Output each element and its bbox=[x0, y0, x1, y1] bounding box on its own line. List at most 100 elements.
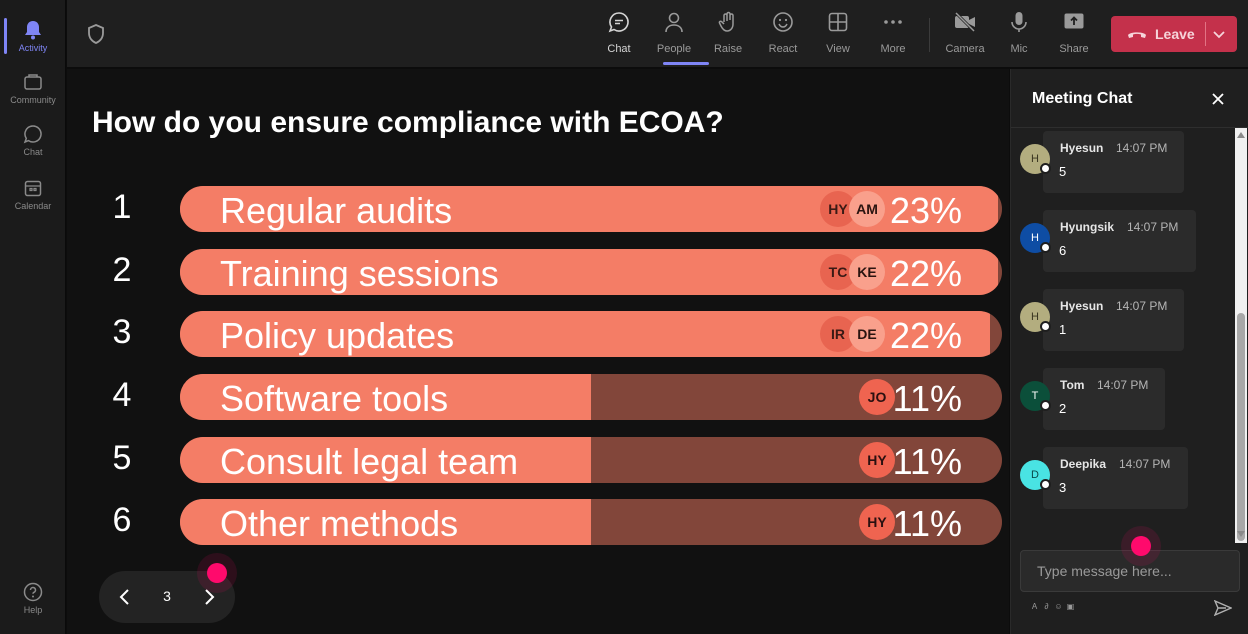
more-icon bbox=[881, 10, 905, 34]
chat-scrollbar[interactable] bbox=[1235, 128, 1247, 543]
poll-option-label: Consult legal team bbox=[220, 441, 519, 482]
sender-avatar[interactable]: H bbox=[1020, 144, 1051, 174]
poll-option-bar[interactable]: Regular audits HY AM 23% bbox=[180, 186, 1002, 232]
rail-label: Chat bbox=[23, 146, 43, 157]
bell-icon bbox=[23, 20, 43, 40]
chat-message[interactable]: Tom 14:07 PM 2 bbox=[1043, 368, 1165, 430]
message-text: 2 bbox=[1059, 401, 1067, 416]
avatar-initial: H bbox=[1031, 232, 1039, 244]
toolbar-label: People bbox=[656, 43, 692, 55]
presence-status-icon bbox=[1040, 479, 1051, 490]
poll-option-label: Training sessions bbox=[220, 253, 499, 294]
scroll-down-arrow[interactable] bbox=[1237, 531, 1245, 537]
avatar-initial: D bbox=[1031, 469, 1039, 481]
view-button[interactable]: View bbox=[812, 10, 864, 62]
scroll-up-arrow[interactable] bbox=[1237, 132, 1245, 138]
format-icon[interactable]: A bbox=[1030, 602, 1039, 611]
sender-avatar[interactable]: D bbox=[1020, 460, 1051, 490]
poll-option-label: Regular audits bbox=[220, 190, 453, 231]
message-text: 5 bbox=[1059, 164, 1067, 179]
chat-icon bbox=[23, 124, 43, 144]
toolbar-label: React bbox=[768, 43, 798, 55]
chevron-down-icon[interactable] bbox=[1211, 26, 1227, 47]
share-button[interactable]: Share bbox=[1048, 10, 1100, 62]
rail-item-activity[interactable]: Activity bbox=[0, 10, 66, 62]
emoji-icon[interactable]: ☺ bbox=[1054, 602, 1063, 611]
voter-avatar: HY bbox=[859, 504, 895, 540]
voter-avatar: AM bbox=[849, 191, 885, 227]
option-number: 2 bbox=[112, 251, 132, 289]
meeting-toolbar: Chat People Raise React View More Camera… bbox=[67, 0, 1248, 68]
sender-name: Hyungsik bbox=[1060, 220, 1115, 234]
rail-item-chat[interactable]: Chat bbox=[0, 114, 66, 166]
chat-toggle-button[interactable]: Chat bbox=[593, 10, 645, 62]
camera-off-icon bbox=[953, 10, 977, 34]
option-number: 5 bbox=[112, 439, 132, 477]
chat-message[interactable]: Deepika 14:07 PM 3 bbox=[1043, 447, 1188, 509]
people-button[interactable]: People bbox=[648, 10, 700, 62]
leave-button[interactable]: Leave bbox=[1111, 16, 1237, 52]
rail-item-calendar[interactable]: Calendar bbox=[0, 168, 66, 220]
sender-avatar[interactable]: H bbox=[1020, 223, 1051, 253]
rail-item-community[interactable]: Community bbox=[0, 62, 66, 114]
avatar-initial: H bbox=[1031, 311, 1039, 323]
poll-option-bar[interactable]: Training sessions TC KE 22% bbox=[180, 249, 1002, 295]
message-timestamp: 14:07 PM bbox=[1116, 141, 1168, 155]
previous-page-button[interactable] bbox=[113, 585, 137, 609]
scrollbar-thumb[interactable] bbox=[1237, 313, 1245, 541]
poll-option-bar[interactable]: Consult legal team HY 11% bbox=[180, 437, 1002, 483]
leave-label: Leave bbox=[1155, 26, 1195, 42]
rail-label: Community bbox=[10, 94, 56, 105]
toolbar-label: Raise bbox=[713, 43, 743, 55]
gif-icon[interactable]: ▣ bbox=[1066, 602, 1075, 611]
shield-icon bbox=[87, 24, 105, 49]
poll-option-bar[interactable]: Other methods HY 11% bbox=[180, 499, 1002, 545]
compose-tools: A ∂ ☺ ▣ bbox=[1030, 602, 1075, 611]
leave-divider bbox=[1205, 22, 1206, 46]
option-number: 1 bbox=[112, 188, 132, 226]
close-icon bbox=[1212, 93, 1224, 105]
close-chat-button[interactable] bbox=[1208, 89, 1228, 109]
camera-button[interactable]: Camera bbox=[939, 10, 991, 62]
sender-name: Hyesun bbox=[1060, 141, 1104, 155]
voter-avatar: KE bbox=[849, 254, 885, 290]
pointer-highlight bbox=[1131, 536, 1151, 556]
toolbar-label: Share bbox=[1059, 43, 1089, 55]
attach-icon[interactable]: ∂ bbox=[1042, 602, 1051, 611]
person-icon bbox=[662, 10, 686, 34]
active-tab-indicator bbox=[663, 62, 709, 65]
grid-icon bbox=[826, 10, 850, 34]
sender-name: Hyesun bbox=[1060, 299, 1104, 313]
poll-option-bar[interactable]: Software tools JO 11% bbox=[180, 374, 1002, 420]
send-button[interactable] bbox=[1213, 598, 1233, 618]
rail-item-help[interactable]: Help bbox=[0, 572, 66, 624]
mic-button[interactable]: Mic bbox=[993, 10, 1045, 62]
raise-hand-button[interactable]: Raise bbox=[702, 10, 754, 62]
option-number: 4 bbox=[112, 376, 132, 414]
meeting-chat-panel: Meeting Chat Hyesun 14:07 PM 5 H Hyungsik 14:… bbox=[1010, 69, 1248, 634]
next-page-button[interactable] bbox=[197, 585, 221, 609]
chat-message[interactable]: Hyungsik 14:07 PM 6 bbox=[1043, 210, 1196, 272]
more-button[interactable]: More bbox=[867, 10, 919, 62]
presence-status-icon bbox=[1040, 163, 1051, 174]
message-timestamp: 14:07 PM bbox=[1127, 220, 1179, 234]
poll-option-bar[interactable]: Policy updates IR DE 22% bbox=[180, 311, 1002, 357]
poll-stage: How do you ensure compliance with ECOA? … bbox=[67, 69, 1009, 634]
message-text: 1 bbox=[1059, 322, 1067, 337]
help-icon bbox=[23, 582, 43, 602]
presence-status-icon bbox=[1040, 400, 1051, 411]
microphone-icon bbox=[1007, 10, 1031, 34]
sender-avatar[interactable]: H bbox=[1020, 302, 1051, 332]
sender-avatar[interactable]: T bbox=[1020, 381, 1051, 411]
share-screen-icon bbox=[1062, 10, 1086, 34]
rail-label: Activity bbox=[18, 42, 48, 53]
smile-icon bbox=[771, 10, 795, 34]
message-timestamp: 14:07 PM bbox=[1097, 378, 1149, 392]
chat-message-input[interactable] bbox=[1020, 550, 1240, 592]
toolbar-label: View bbox=[826, 43, 850, 55]
chat-message[interactable]: Hyesun 14:07 PM 1 bbox=[1043, 289, 1184, 351]
poll-option-label: Policy updates bbox=[220, 315, 455, 356]
react-button[interactable]: React bbox=[757, 10, 809, 62]
poll-option-percent: 23% bbox=[889, 190, 962, 231]
chat-message[interactable]: Hyesun 14:07 PM 5 bbox=[1043, 131, 1184, 193]
